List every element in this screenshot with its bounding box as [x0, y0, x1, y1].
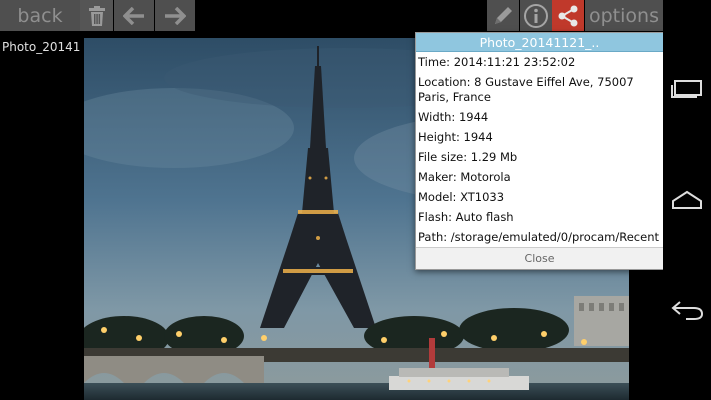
info-row-time: Time: 2014:11:21 23:52:02 — [418, 55, 576, 69]
share-button[interactable] — [552, 0, 584, 31]
info-row-model: Model: XT1033 — [418, 190, 505, 204]
photo-info-dialog: Photo_20141121_.. Time: 2014:11:21 23:52… — [415, 32, 663, 270]
recent-apps-button[interactable] — [663, 63, 711, 113]
share-icon — [558, 5, 578, 26]
dialog-title: Photo_20141121_.. — [416, 33, 663, 52]
delete-button[interactable] — [80, 0, 113, 31]
options-button[interactable]: options — [585, 0, 663, 31]
info-button[interactable] — [520, 0, 552, 31]
back-nav-button[interactable] — [663, 285, 711, 335]
dialog-body[interactable]: Time: 2014:11:21 23:52:02 Location: 8 Gu… — [416, 52, 663, 247]
filename-label: Photo_20141 — [2, 40, 81, 54]
home-icon — [672, 190, 702, 209]
next-button[interactable] — [155, 0, 195, 31]
info-row-file-size: File size: 1.29 Mb — [418, 150, 518, 164]
info-icon — [524, 3, 548, 28]
arrow-left-icon — [123, 6, 144, 25]
info-row-height: Height: 1944 — [418, 130, 493, 144]
previous-button[interactable] — [114, 0, 154, 31]
home-button[interactable] — [663, 175, 711, 225]
recent-apps-icon — [671, 80, 702, 98]
pencil-icon — [495, 6, 512, 24]
edit-button[interactable] — [487, 0, 519, 31]
info-row-flash: Flash: Auto flash — [418, 210, 514, 224]
back-arrow-icon — [671, 301, 704, 320]
info-row-path: Path: /storage/emulated/0/procam/Recent … — [418, 230, 659, 247]
back-button[interactable]: back — [0, 0, 80, 31]
options-label: options — [589, 4, 659, 27]
close-button[interactable]: Close — [416, 247, 663, 269]
photo-viewer: Photo_20141 back options Photo_20141121_… — [0, 0, 663, 400]
info-row-width: Width: 1944 — [418, 110, 489, 124]
info-row-location: Location: 8 Gustave Eiffel Ave, 75007 Pa… — [418, 75, 634, 104]
trash-icon — [88, 5, 105, 26]
system-nav-bar — [663, 0, 711, 400]
info-row-maker: Maker: Motorola — [418, 170, 511, 184]
top-toolbar: back options — [0, 0, 663, 31]
arrow-right-icon — [165, 6, 186, 25]
back-label: back — [17, 4, 63, 27]
